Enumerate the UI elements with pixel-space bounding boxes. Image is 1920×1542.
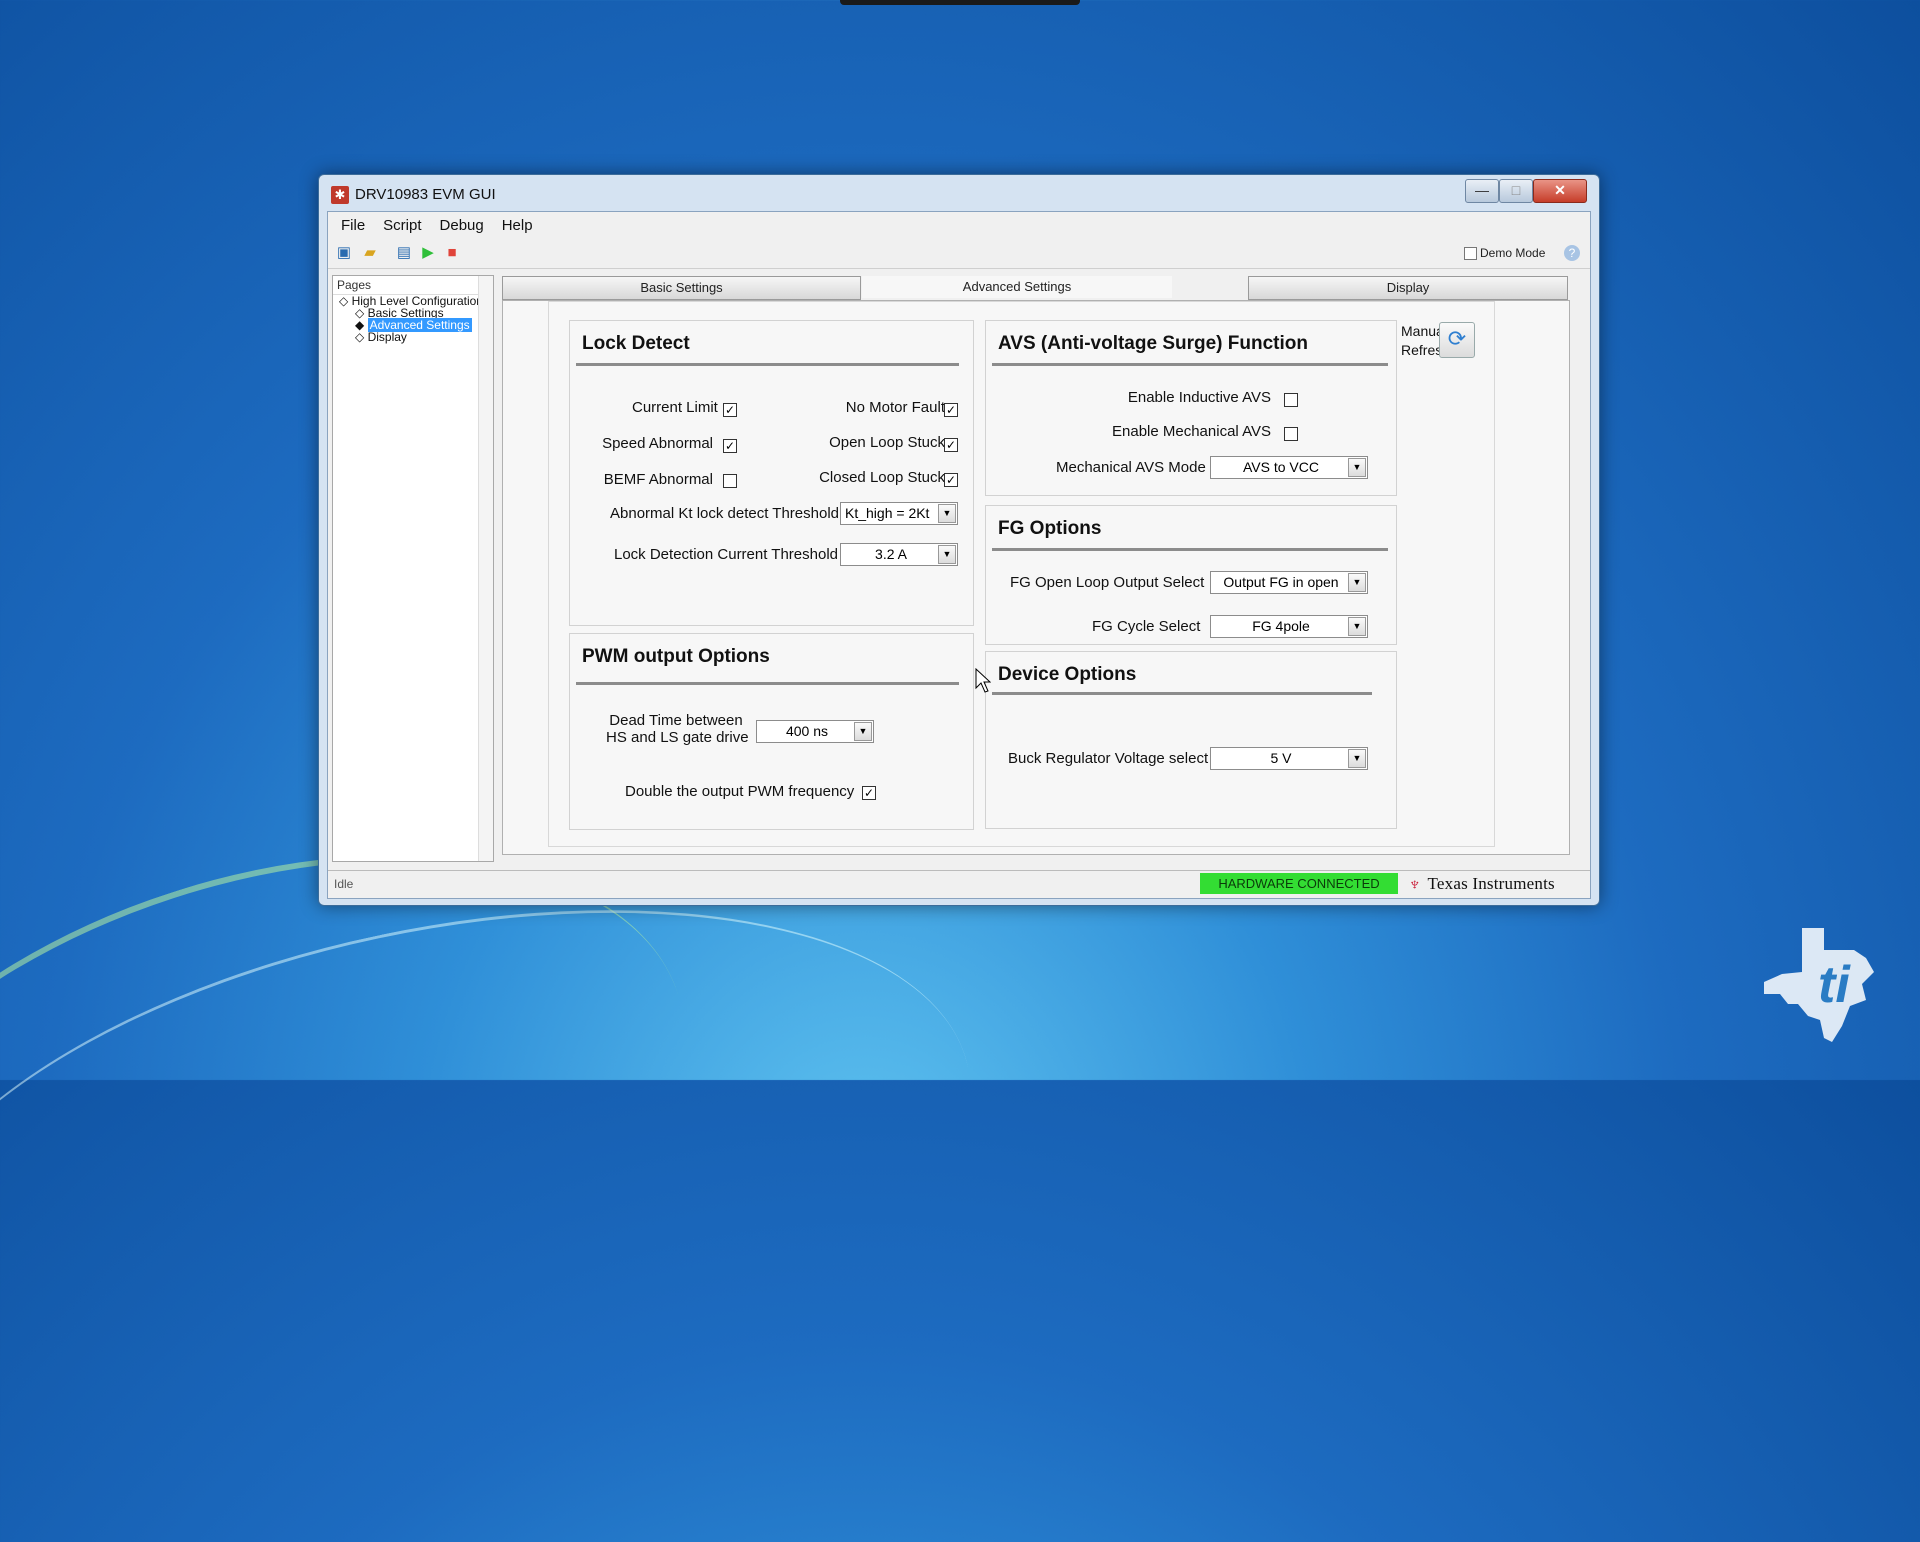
- advanced-settings-panel: Lock Detect Current Limit ✓ No Motor Fau…: [502, 300, 1570, 855]
- ti-brand-text: Texas Instruments: [1427, 874, 1555, 893]
- avs-group: AVS (Anti-voltage Surge) Function Enable…: [985, 320, 1397, 496]
- menu-script[interactable]: Script: [374, 217, 430, 234]
- closed-loop-stuck-label: Closed Loop Stuck: [819, 469, 945, 486]
- speed-abnormal-label: Speed Abnormal: [602, 435, 713, 452]
- lock-detect-title: Lock Detect: [582, 333, 690, 354]
- double-pwm-label: Double the output PWM frequency: [625, 783, 855, 800]
- mechanical-avs-checkbox[interactable]: [1284, 427, 1298, 441]
- pwm-options-group: PWM output Options Dead Time between HS …: [569, 633, 974, 830]
- divider: [992, 548, 1388, 551]
- demo-mode-checkbox[interactable]: [1464, 246, 1477, 260]
- no-motor-fault-checkbox[interactable]: ✓: [944, 403, 958, 417]
- maximize-button[interactable]: □: [1499, 179, 1533, 203]
- kt-threshold-label: Abnormal Kt lock detect Threshold: [610, 505, 840, 522]
- no-motor-fault-label: No Motor Fault: [845, 399, 945, 416]
- tab-display[interactable]: Display: [1248, 276, 1568, 300]
- chevron-down-icon: ▼: [1348, 749, 1366, 768]
- double-pwm-checkbox[interactable]: ✓: [862, 786, 876, 800]
- menu-help[interactable]: Help: [493, 217, 542, 234]
- open-loop-stuck-label: Open Loop Stuck: [829, 434, 945, 451]
- divider: [576, 363, 959, 366]
- avs-title: AVS (Anti-voltage Surge) Function: [998, 333, 1308, 354]
- bemf-abnormal-label: BEMF Abnormal: [603, 471, 713, 488]
- chevron-down-icon: ▼: [1348, 617, 1366, 636]
- fg-options-group: FG Options FG Open Loop Output Select Ou…: [985, 505, 1397, 645]
- current-threshold-dropdown[interactable]: 3.2 A ▼: [840, 543, 958, 566]
- help-icon[interactable]: ?: [1564, 245, 1580, 261]
- menu-bar: File Script Debug Help: [328, 212, 1590, 238]
- tab-strip: Basic Settings Advanced Settings Display: [502, 276, 1568, 300]
- lock-detect-group: Lock Detect Current Limit ✓ No Motor Fau…: [569, 320, 974, 626]
- menu-file[interactable]: File: [332, 217, 374, 234]
- tree-item-display[interactable]: ◇ Display: [355, 330, 407, 344]
- current-threshold-label: Lock Detection Current Threshold: [614, 546, 839, 563]
- demo-mode-label: Demo Mode: [1480, 246, 1546, 260]
- app-window: ✱ DRV10983 EVM GUI — □ ✕ File Script Deb…: [318, 174, 1600, 906]
- pages-scrollbar[interactable]: [478, 276, 493, 861]
- mechanical-avs-label: Enable Mechanical AVS: [1112, 423, 1271, 440]
- refresh-button[interactable]: ⟳: [1439, 322, 1475, 358]
- pages-tree: Pages ◇ High Level Configuration ◇ Basic…: [332, 275, 494, 862]
- window-title: DRV10983 EVM GUI: [355, 186, 496, 203]
- dead-time-label: Dead Time between HS and LS gate drive: [606, 712, 749, 746]
- current-limit-label: Current Limit: [632, 399, 718, 416]
- avs-mode-dropdown[interactable]: AVS to VCC ▼: [1210, 456, 1368, 479]
- client-area: File Script Debug Help ▣ ▰ ▤ ▶ ■ Demo Mo…: [327, 211, 1591, 899]
- ti-mark-icon: ♆: [1408, 873, 1422, 894]
- chevron-down-icon: ▼: [1348, 458, 1366, 477]
- device-options-title: Device Options: [998, 664, 1137, 685]
- menu-debug[interactable]: Debug: [431, 217, 493, 234]
- fg-open-loop-label: FG Open Loop Output Select: [1010, 574, 1205, 591]
- dead-time-dropdown[interactable]: 400 ns ▼: [756, 720, 874, 743]
- current-limit-checkbox[interactable]: ✓: [723, 403, 737, 417]
- device-options-group: Device Options Buck Regulator Voltage se…: [985, 651, 1397, 829]
- app-icon: ✱: [331, 186, 349, 204]
- divider: [992, 692, 1372, 695]
- toolbar: ▣ ▰ ▤ ▶ ■ Demo Mode ?: [328, 238, 1590, 269]
- status-text: Idle: [334, 877, 354, 891]
- divider: [576, 682, 959, 685]
- chevron-down-icon: ▼: [854, 722, 872, 741]
- avs-mode-label: Mechanical AVS Mode: [1056, 459, 1206, 476]
- save-icon[interactable]: ▣: [334, 243, 354, 263]
- settings-container: Lock Detect Current Limit ✓ No Motor Fau…: [548, 301, 1495, 847]
- chevron-down-icon: ▼: [938, 545, 956, 564]
- inductive-avs-label: Enable Inductive AVS: [1127, 389, 1271, 406]
- open-loop-stuck-checkbox[interactable]: ✓: [944, 438, 958, 452]
- buck-voltage-dropdown[interactable]: 5 V ▼: [1210, 747, 1368, 770]
- status-bar: Idle HARDWARE CONNECTED ♆ Texas Instrume…: [328, 870, 1590, 897]
- pages-header: Pages: [333, 276, 493, 295]
- tab-basic-settings[interactable]: Basic Settings: [502, 276, 861, 300]
- title-bar: ✱ DRV10983 EVM GUI — □ ✕: [319, 175, 1599, 211]
- fg-options-title: FG Options: [998, 518, 1102, 539]
- refresh-icon: ⟳: [1447, 326, 1467, 351]
- fg-cycle-dropdown[interactable]: FG 4pole ▼: [1210, 615, 1368, 638]
- pwm-options-title: PWM output Options: [582, 646, 770, 667]
- mouse-cursor-icon: [975, 668, 991, 693]
- fg-cycle-label: FG Cycle Select: [1092, 618, 1201, 635]
- hardware-status-badge: HARDWARE CONNECTED: [1200, 873, 1398, 894]
- taskbar-edge: [840, 0, 1080, 5]
- minimize-button[interactable]: —: [1465, 179, 1499, 203]
- svg-text:ti: ti: [1818, 956, 1851, 1014]
- tab-advanced-settings[interactable]: Advanced Settings: [862, 276, 1172, 298]
- chevron-down-icon: ▼: [1348, 573, 1366, 592]
- run-icon[interactable]: ▶: [418, 243, 438, 263]
- inductive-avs-checkbox[interactable]: [1284, 393, 1298, 407]
- chevron-down-icon: ▼: [938, 504, 956, 523]
- closed-loop-stuck-checkbox[interactable]: ✓: [944, 473, 958, 487]
- script-icon[interactable]: ▤: [394, 243, 414, 263]
- ti-logo: ♆ Texas Instruments: [1408, 874, 1555, 894]
- demo-mode-toggle[interactable]: Demo Mode: [1464, 246, 1545, 260]
- divider: [992, 363, 1388, 366]
- speed-abnormal-checkbox[interactable]: ✓: [723, 439, 737, 453]
- bemf-abnormal-checkbox[interactable]: [723, 474, 737, 488]
- ti-watermark-icon: ti: [1764, 928, 1874, 1042]
- open-folder-icon[interactable]: ▰: [360, 243, 380, 263]
- close-button[interactable]: ✕: [1533, 179, 1587, 203]
- stop-icon[interactable]: ■: [442, 243, 462, 263]
- buck-voltage-label: Buck Regulator Voltage select: [1008, 750, 1209, 767]
- fg-open-loop-dropdown[interactable]: Output FG in open ▼: [1210, 571, 1368, 594]
- kt-threshold-dropdown[interactable]: Kt_high = 2Kt ▼: [840, 502, 958, 525]
